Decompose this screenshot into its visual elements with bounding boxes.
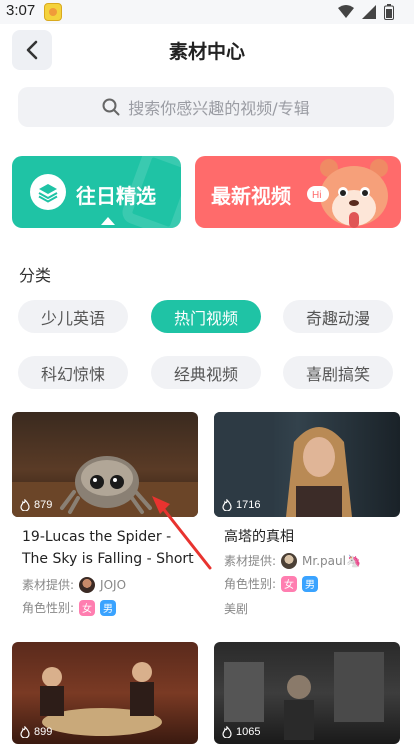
latest-videos-banner[interactable]: 最新视频 Hi — [195, 156, 401, 228]
video-thumbnail[interactable]: 899 — [12, 642, 198, 744]
male-tag: 男 — [302, 575, 319, 592]
chip-kids-english[interactable]: 少儿英语 — [18, 300, 128, 333]
genre-label: 美剧 — [224, 602, 249, 616]
status-bar: 3:07 — [0, 0, 414, 24]
past-highlights-banner[interactable]: 往日精选 — [12, 156, 181, 228]
flame-icon — [222, 726, 232, 738]
app-notification-icon — [44, 3, 62, 21]
male-tag: 男 — [100, 599, 117, 616]
view-count: 1065 — [222, 726, 260, 738]
signal-icon — [362, 5, 376, 19]
provider-row: 素材提供: Mr.paul🦄 — [224, 552, 361, 569]
active-indicator — [101, 217, 115, 225]
video-title: 高塔的真相 — [224, 529, 294, 545]
provider-label: 素材提供: — [22, 578, 75, 592]
chip-classic-videos[interactable]: 经典视频 — [151, 356, 261, 389]
gender-row: 角色性别: 女 男 — [224, 575, 319, 592]
female-tag: 女 — [281, 575, 298, 592]
view-count-value: 879 — [34, 499, 53, 511]
avatar — [79, 576, 96, 593]
video-thumbnail[interactable]: 1065 — [214, 642, 400, 744]
search-input[interactable]: 搜索你感兴趣的视频/专辑 — [18, 87, 394, 127]
video-card[interactable]: 1065 — [214, 642, 400, 744]
flame-icon — [20, 499, 30, 511]
gender-row: 角色性别: 女 男 — [22, 599, 117, 616]
video-title: 19-Lucas the Spider - The Sky is Falling… — [22, 526, 198, 570]
video-thumbnail[interactable]: 1716 — [214, 412, 400, 517]
view-count-value: 1065 — [236, 726, 261, 738]
flame-icon — [20, 726, 30, 738]
avatar — [281, 552, 298, 569]
video-title-line: 19-Lucas the Spider - — [22, 529, 172, 545]
video-thumbnail[interactable]: 879 — [12, 412, 198, 517]
video-card[interactable]: 1716 高塔的真相 素材提供: Mr.paul🦄 角色性别: 女 男 美剧 — [214, 412, 400, 632]
category-label: 分类 — [19, 266, 52, 285]
chip-scifi-thriller[interactable]: 科幻惊悚 — [18, 356, 128, 389]
provider-name: JOJO — [100, 577, 127, 592]
view-count: 1716 — [222, 499, 260, 511]
flame-icon — [222, 499, 232, 511]
hamster-mascot-icon: Hi — [307, 159, 388, 228]
provider-label: 素材提供: — [224, 554, 277, 568]
provider-name: Mr.paul🦄 — [302, 553, 361, 568]
view-count-value: 1716 — [236, 499, 261, 511]
status-icons — [338, 4, 394, 20]
search-icon — [102, 98, 120, 116]
latest-videos-label: 最新视频 — [211, 184, 291, 208]
provider-row: 素材提供: JOJO — [22, 576, 126, 593]
chip-popular-videos[interactable]: 热门视频 — [151, 300, 261, 333]
video-card[interactable]: 899 — [12, 642, 198, 744]
past-highlights-label: 往日精选 — [76, 184, 156, 208]
chip-comedy[interactable]: 喜剧搞笑 — [283, 356, 393, 389]
gender-label: 角色性别: — [224, 577, 277, 591]
video-card[interactable]: 879 19-Lucas the Spider - The Sky is Fal… — [12, 412, 198, 632]
view-count-value: 899 — [34, 726, 53, 738]
search-placeholder: 搜索你感兴趣的视频/专辑 — [128, 99, 310, 118]
status-time: 3:07 — [6, 2, 36, 19]
layers-icon — [30, 174, 66, 210]
wifi-icon — [338, 5, 354, 18]
video-title-line: The Sky is Falling - Short — [22, 551, 194, 567]
mascot-badge-text: Hi — [312, 190, 321, 201]
view-count: 879 — [20, 499, 52, 511]
page-title: 素材中心 — [168, 41, 245, 63]
gender-label: 角色性别: — [22, 601, 75, 615]
view-count: 899 — [20, 726, 52, 738]
female-tag: 女 — [79, 599, 96, 616]
battery-icon — [384, 4, 394, 20]
chip-fun-anime[interactable]: 奇趣动漫 — [283, 300, 393, 333]
